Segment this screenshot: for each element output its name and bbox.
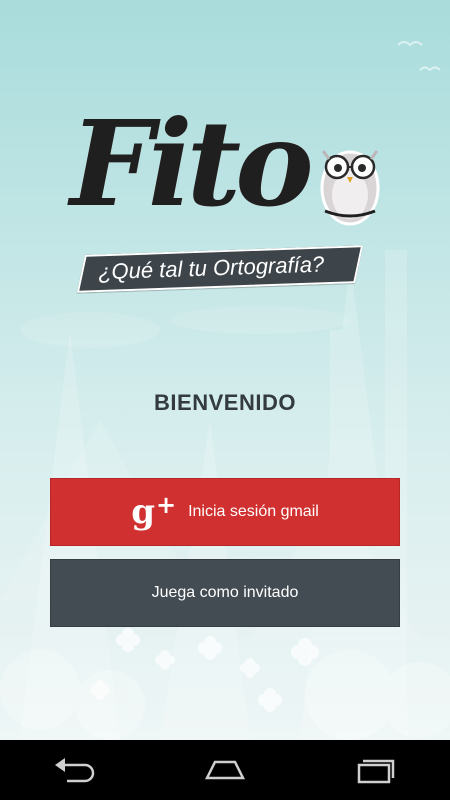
welcome-title: BIENVENIDO xyxy=(154,390,296,415)
back-icon xyxy=(55,758,95,783)
logo-wordmark: Fito xyxy=(70,94,314,233)
guest-play-label: Juega como invitado xyxy=(151,584,299,601)
nav-home-button[interactable] xyxy=(185,740,265,800)
system-navigation-bar xyxy=(0,740,450,800)
home-icon xyxy=(204,760,246,780)
recent-apps-icon xyxy=(357,759,395,784)
nav-back-button[interactable] xyxy=(35,740,115,800)
owl-mascot-icon xyxy=(320,150,380,226)
nav-recents-button[interactable] xyxy=(335,740,415,800)
gmail-login-button[interactable]: g + Inicia sesión gmail xyxy=(50,478,400,546)
app-screen: Fito ¿Qué tal tu Ortografía? BIENVENIDO … xyxy=(0,0,450,740)
gmail-login-label: Inicia sesión gmail xyxy=(188,503,319,520)
google-plus-icon: g + xyxy=(131,491,177,532)
guest-play-button[interactable]: Juega como invitado xyxy=(50,559,400,627)
app-logo: Fito ¿Qué tal tu Ortografía? xyxy=(60,105,400,295)
